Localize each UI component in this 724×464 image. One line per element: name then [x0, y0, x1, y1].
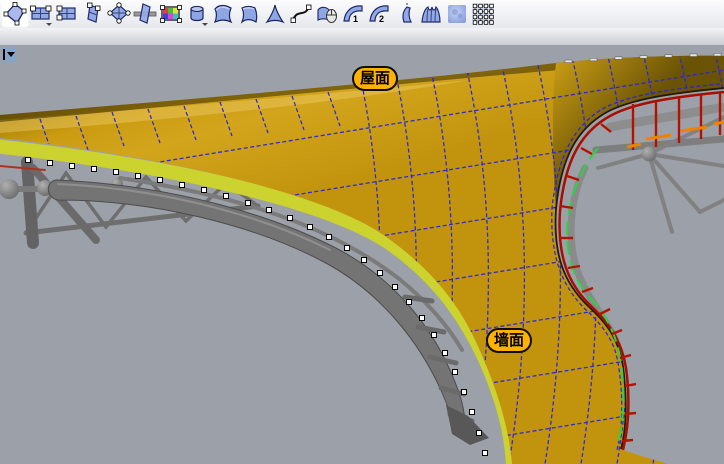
extrude-along-curve-icon[interactable] [210, 1, 236, 27]
extrude-tapered-icon[interactable] [236, 1, 262, 27]
viewport-dropdown-button[interactable] [2, 47, 16, 62]
point-grid-icon[interactable] [470, 1, 496, 27]
svg-text:1: 1 [353, 14, 358, 24]
toolbar-lower-strip [0, 28, 724, 45]
chevron-down-icon [7, 52, 15, 57]
surface-3point-icon[interactable] [2, 1, 28, 27]
vertical-plane-icon[interactable] [80, 1, 106, 27]
extrude-straight-icon[interactable] [184, 1, 210, 27]
surface-from-points-icon[interactable] [106, 1, 132, 27]
heightfield-icon[interactable] [444, 1, 470, 27]
sweep-2-rail-icon[interactable]: 2 [366, 1, 392, 27]
cutting-plane-icon[interactable] [132, 1, 158, 27]
plane-corners-icon[interactable] [28, 1, 54, 27]
plane-3point-icon[interactable] [54, 1, 80, 27]
sweep-1-rail-icon[interactable]: 1 [340, 1, 366, 27]
revolve-icon[interactable] [392, 1, 418, 27]
picture-frame-icon[interactable] [158, 1, 184, 27]
viewport-dropdown-bar [3, 49, 5, 60]
curve-endpoints-icon[interactable] [288, 1, 314, 27]
application-window: 1 2 [0, 0, 724, 464]
svg-text:2: 2 [379, 14, 384, 24]
drag-surface-icon[interactable] [314, 1, 340, 27]
surface-toolbar: 1 2 [0, 0, 724, 28]
3d-viewport-canvas[interactable] [0, 45, 724, 464]
extrude-to-point-icon[interactable] [262, 1, 288, 27]
roof-surface-label: 屋面 [352, 66, 398, 91]
rail-revolve-icon[interactable] [418, 1, 444, 27]
wall-surface-label: 墙面 [486, 328, 532, 353]
